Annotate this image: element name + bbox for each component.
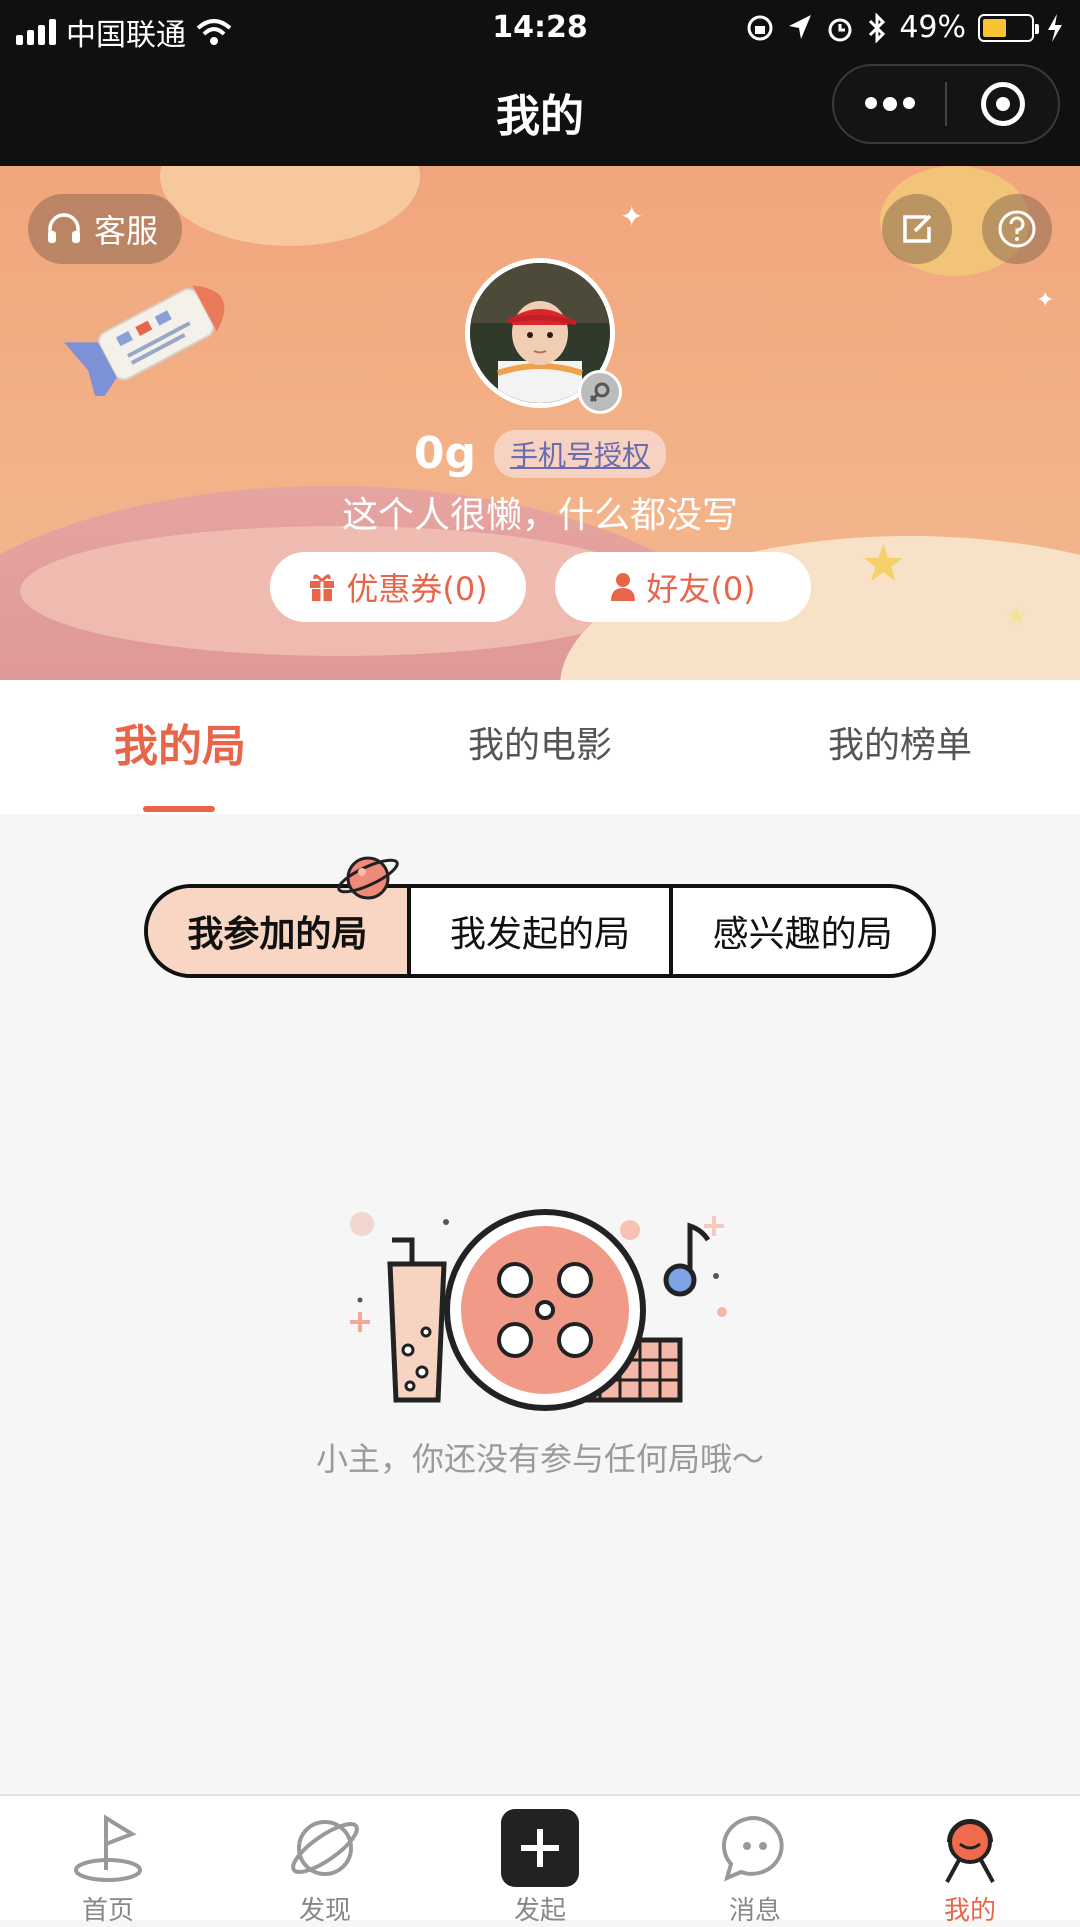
person-icon: [611, 573, 636, 601]
edit-icon: [903, 214, 932, 243]
empty-state-illustration: [350, 1209, 727, 1411]
bottom-tab-create[interactable]: 发起: [470, 1808, 610, 1927]
profile-banner: ✦ ✦ ★ ★ 客服 0g 手机号授权 这个人很懒，什么都没写 优惠券(0) 好…: [0, 166, 1080, 680]
name-row: 0g 手机号授权: [0, 428, 1080, 479]
tab-my-movies[interactable]: 我的电影: [430, 716, 650, 768]
edit-button[interactable]: [882, 194, 952, 264]
segment-created[interactable]: 我发起的局: [411, 888, 670, 974]
tab-my-lists[interactable]: 我的榜单: [790, 716, 1010, 768]
bottom-tab-label: 我的: [943, 1896, 996, 1926]
cloud-decoration: [160, 166, 420, 246]
battery-fill: [983, 18, 1006, 37]
segment-control: 我参加的局 我发起的局 感兴趣的局: [144, 884, 936, 978]
friends-label: 好友(0): [646, 570, 756, 608]
more-dots-icon: [864, 97, 915, 111]
location-icon: [789, 14, 812, 39]
coupon-button[interactable]: 优惠券(0): [270, 552, 526, 622]
nav-bar: 我的: [0, 52, 1080, 166]
bottom-tab-label: 首页: [81, 1896, 134, 1926]
mini-program-capsule: [832, 64, 1060, 144]
female-gender-icon: [578, 370, 622, 414]
profile-icon: [945, 1819, 995, 1883]
chat-bubble-icon: [721, 1815, 784, 1882]
battery-percent: 49%: [899, 10, 966, 45]
star-icon: ★: [860, 534, 907, 594]
bottom-tab-label: 发起: [513, 1896, 566, 1926]
rotation-lock-icon: [747, 15, 773, 40]
planet-icon: [291, 1820, 359, 1876]
help-button[interactable]: [982, 194, 1052, 264]
tab-my-games[interactable]: 我的局: [70, 710, 290, 774]
phone-auth-badge[interactable]: 手机号授权: [494, 429, 667, 478]
bottom-tab-label: 消息: [728, 1896, 781, 1926]
bottom-tab-profile[interactable]: 我的: [900, 1808, 1040, 1927]
close-button[interactable]: [947, 66, 1058, 142]
segment-interested[interactable]: 感兴趣的局: [673, 888, 932, 974]
empty-state-message: 小主，你还没有参与任何局哦～: [315, 1440, 764, 1478]
username: 0g: [413, 428, 477, 479]
customer-service-button[interactable]: 客服: [28, 194, 183, 264]
bottom-tab-messages[interactable]: 消息: [685, 1808, 825, 1927]
golf-flag-icon: [74, 1814, 142, 1882]
battery-icon: [978, 13, 1039, 42]
bluetooth-icon: [869, 12, 886, 43]
star-icon: ★: [1005, 602, 1029, 632]
bottom-tab-discover[interactable]: 发现: [255, 1808, 395, 1927]
headset-icon: [48, 213, 80, 243]
alarm-icon: [828, 18, 852, 41]
bottom-tab-home[interactable]: 首页: [38, 1808, 178, 1927]
friends-button[interactable]: 好友(0): [555, 552, 811, 622]
planet-icon: [337, 856, 399, 900]
customer-service-label: 客服: [94, 212, 159, 250]
status-right: 49%: [745, 10, 1064, 45]
status-bar: 中国联通 14:28 49%: [0, 0, 1080, 53]
sparkle-icon: ✦: [1036, 288, 1055, 313]
help-icon: [998, 210, 1036, 248]
gift-icon: [310, 574, 335, 601]
main-tabs: 我的局 我的电影 我的榜单: [0, 680, 1080, 814]
rocket-illustration: [64, 285, 225, 396]
plus-icon: [501, 1809, 579, 1887]
bottom-tab-label: 发现: [298, 1896, 351, 1926]
coupon-label: 优惠券(0): [346, 570, 488, 608]
active-tab-indicator: [143, 806, 215, 812]
target-icon: [980, 82, 1025, 126]
bottom-tab-bar: 首页 发现 发起 消息 我的: [0, 1794, 1080, 1926]
sparkle-icon: ✦: [620, 200, 644, 233]
user-bio: 这个人很懒，什么都没写: [341, 495, 738, 536]
more-button[interactable]: [834, 66, 945, 142]
charging-icon: [1048, 13, 1062, 42]
